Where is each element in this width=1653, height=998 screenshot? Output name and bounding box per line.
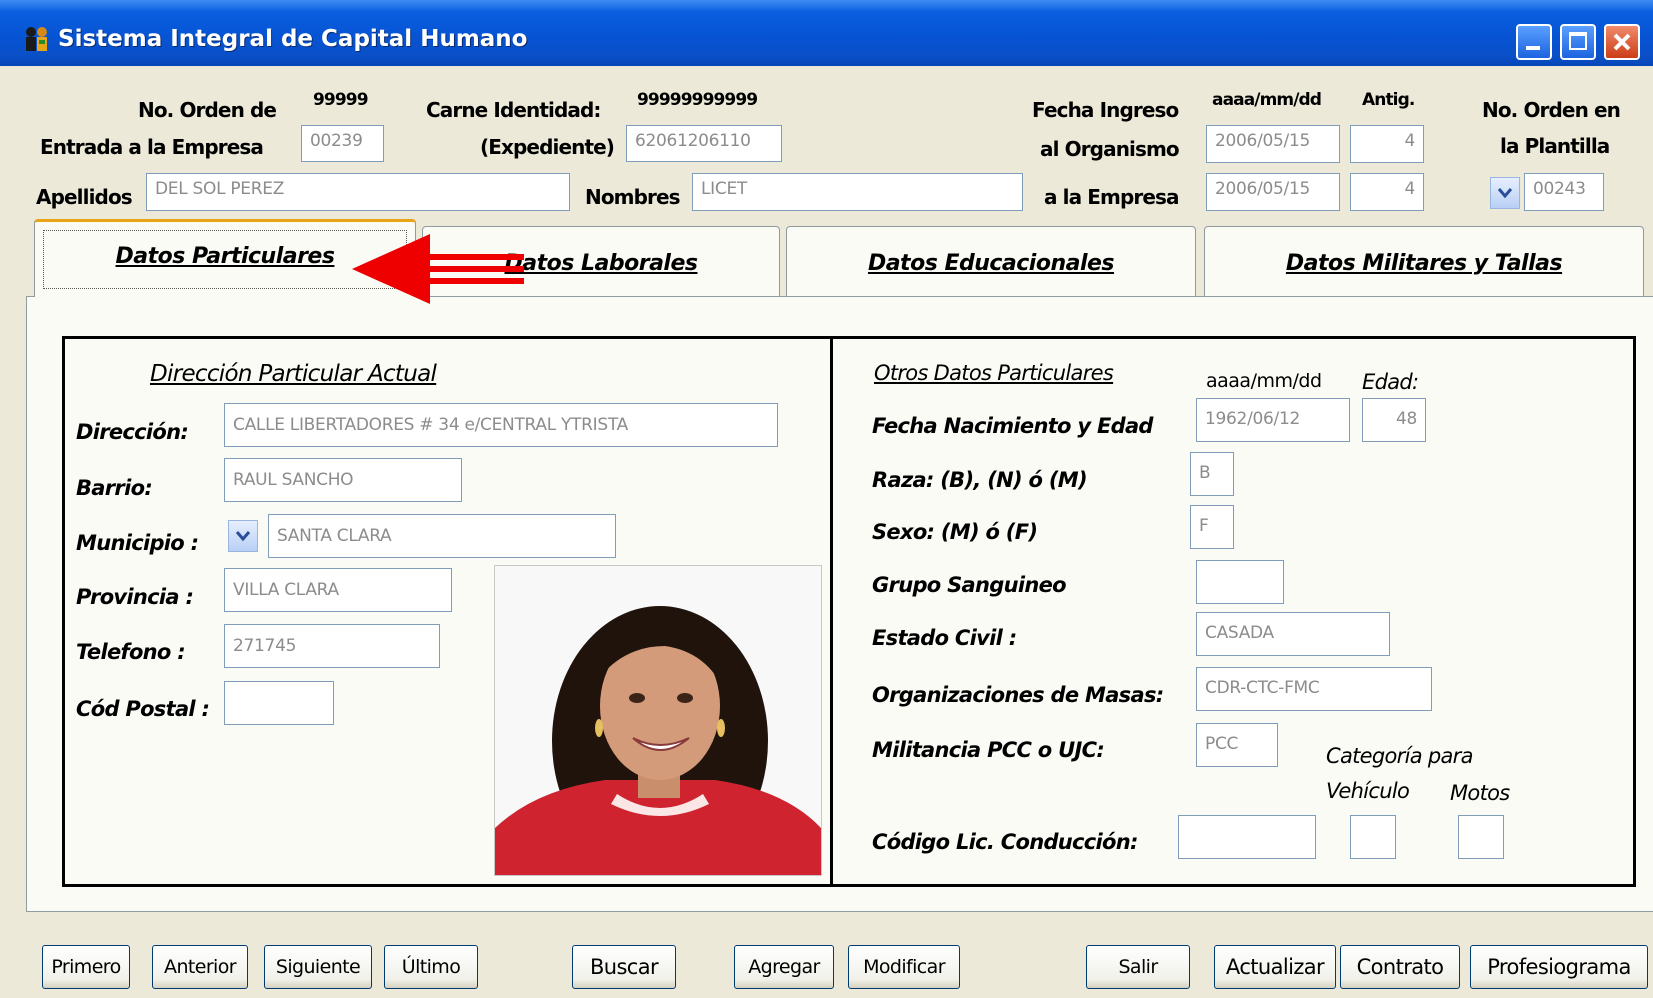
orden-label: No. Orden de xyxy=(138,98,277,122)
sexo-field[interactable]: F xyxy=(1190,505,1234,549)
fecha-hint: aaaa/mm/dd xyxy=(1212,90,1322,110)
direccion-section-title: Dirección Particular Actual xyxy=(150,361,437,387)
telefono-field[interactable]: 271745 xyxy=(224,624,440,668)
militancia-label: Militancia PCC o UJC: xyxy=(872,738,1105,762)
civil-label: Estado Civil : xyxy=(872,626,1017,650)
nacimiento-hint: aaaa/mm/dd xyxy=(1206,370,1322,392)
otros-section-title: Otros Datos Particulares xyxy=(874,361,1114,385)
categoria-label: Categoría para xyxy=(1326,744,1473,768)
tab-label: Datos Educacionales xyxy=(867,251,1115,276)
orden-field[interactable]: 00239 xyxy=(301,125,384,162)
barrio-field[interactable]: RAUL SANCHO xyxy=(224,458,462,502)
people-icon xyxy=(26,27,47,51)
tab-datos-militares[interactable]: Datos Militares y Tallas xyxy=(1204,226,1644,296)
carne-label: Carne Identidad: xyxy=(426,98,601,122)
close-icon xyxy=(1613,33,1631,51)
orden-hint: 99999 xyxy=(313,90,369,110)
ultimo-button[interactable]: Último xyxy=(384,945,478,989)
carne-label-2: (Expediente) xyxy=(480,135,615,159)
carne-field[interactable]: 62061206110 xyxy=(626,125,782,162)
fecha-ingreso-label: Fecha Ingreso xyxy=(1032,98,1179,122)
tab-label: Datos Militares y Tallas xyxy=(1285,251,1563,276)
minimize-icon xyxy=(1526,46,1540,50)
vehiculo-field[interactable] xyxy=(1350,815,1396,859)
plantilla-label-2: la Plantilla xyxy=(1500,134,1610,158)
siguiente-button[interactable]: Siguiente xyxy=(264,945,372,989)
primero-button[interactable]: Primero xyxy=(42,945,130,989)
licencia-field[interactable] xyxy=(1178,815,1316,859)
nombres-field[interactable]: LICET xyxy=(692,173,1023,211)
contrato-button[interactable]: Contrato xyxy=(1340,945,1460,989)
antig-organismo-field[interactable]: 4 xyxy=(1350,125,1424,163)
municipio-field[interactable]: SANTA CLARA xyxy=(268,514,616,558)
employee-photo xyxy=(494,565,822,876)
nacimiento-field[interactable]: 1962/06/12 xyxy=(1196,398,1350,442)
raza-label: Raza: (B), (N) ó (M) xyxy=(872,468,1088,492)
nombres-label: Nombres xyxy=(585,185,681,209)
fecha-organismo-field[interactable]: 2006/05/15 xyxy=(1206,125,1340,163)
nacimiento-label: Fecha Nacimiento y Edad xyxy=(872,414,1153,438)
salir-button[interactable]: Salir xyxy=(1086,945,1190,989)
carne-hint: 99999999999 xyxy=(637,90,758,110)
agregar-button[interactable]: Agregar xyxy=(734,945,834,989)
motos-field[interactable] xyxy=(1458,815,1504,859)
apellidos-label: Apellidos xyxy=(36,185,133,209)
apellidos-field[interactable]: DEL SOL PEREZ xyxy=(146,173,570,211)
modificar-button[interactable]: Modificar xyxy=(848,945,960,989)
red-arrow-icon xyxy=(352,234,524,304)
buscar-button[interactable]: Buscar xyxy=(572,945,676,989)
sexo-label: Sexo: (M) ó (F) xyxy=(872,520,1038,544)
edad-field[interactable]: 48 xyxy=(1362,398,1426,442)
grupo-field[interactable] xyxy=(1196,560,1284,604)
frame-divider xyxy=(830,336,833,887)
plantilla-label: No. Orden en xyxy=(1482,98,1621,122)
direccion-label: Dirección: xyxy=(76,420,189,444)
grupo-label: Grupo Sanguineo xyxy=(872,573,1067,597)
portrait-image xyxy=(495,566,821,875)
barrio-label: Barrio: xyxy=(76,476,153,500)
chevron-down-icon xyxy=(1498,188,1512,198)
plantilla-field[interactable]: 00243 xyxy=(1524,173,1604,211)
a-la-empresa-label: a la Empresa xyxy=(1044,185,1180,209)
raza-field[interactable]: B xyxy=(1190,452,1234,496)
postal-field[interactable] xyxy=(224,681,334,725)
municipio-dropdown[interactable] xyxy=(228,520,258,552)
fecha-empresa-field[interactable]: 2006/05/15 xyxy=(1206,173,1340,211)
tab-datos-educacionales[interactable]: Datos Educacionales xyxy=(786,226,1196,296)
close-button[interactable] xyxy=(1604,24,1640,60)
maximize-button[interactable] xyxy=(1560,24,1596,60)
motos-label: Motos xyxy=(1450,781,1510,805)
civil-field[interactable]: CASADA xyxy=(1196,612,1390,656)
masas-field[interactable]: CDR-CTC-FMC xyxy=(1196,667,1432,711)
chevron-down-icon xyxy=(236,531,250,541)
provincia-label: Provincia : xyxy=(76,585,194,609)
plantilla-dropdown[interactable] xyxy=(1490,177,1520,209)
title-bar[interactable]: Sistema Integral de Capital Humano xyxy=(0,0,1653,66)
masas-label: Organizaciones de Masas: xyxy=(872,683,1164,707)
maximize-icon xyxy=(1569,32,1587,50)
vehiculo-label: Vehículo xyxy=(1326,779,1410,803)
antig-empresa-field[interactable]: 4 xyxy=(1350,173,1424,211)
edad-label: Edad: xyxy=(1362,370,1419,394)
telefono-label: Telefono : xyxy=(76,640,186,664)
orden-label-2: Entrada a la Empresa xyxy=(40,135,264,159)
provincia-field[interactable]: VILLA CLARA xyxy=(224,568,452,612)
al-organismo-label: al Organismo xyxy=(1040,137,1180,161)
direccion-field[interactable]: CALLE LIBERTADORES # 34 e/CENTRAL YTRIST… xyxy=(224,403,778,447)
municipio-label: Municipio : xyxy=(76,531,199,555)
actualizar-button[interactable]: Actualizar xyxy=(1214,945,1336,989)
minimize-button[interactable] xyxy=(1516,24,1552,60)
militancia-field[interactable]: PCC xyxy=(1196,723,1278,767)
profesiograma-button[interactable]: Profesiograma xyxy=(1470,945,1648,989)
postal-label: Cód Postal : xyxy=(76,697,210,721)
licencia-label: Código Lic. Conducción: xyxy=(872,830,1138,854)
window-title: Sistema Integral de Capital Humano xyxy=(58,26,528,52)
anterior-button[interactable]: Anterior xyxy=(152,945,248,989)
main-window: Sistema Integral de Capital Humano No. O… xyxy=(0,0,1653,998)
antig-label: Antig. xyxy=(1362,90,1415,110)
